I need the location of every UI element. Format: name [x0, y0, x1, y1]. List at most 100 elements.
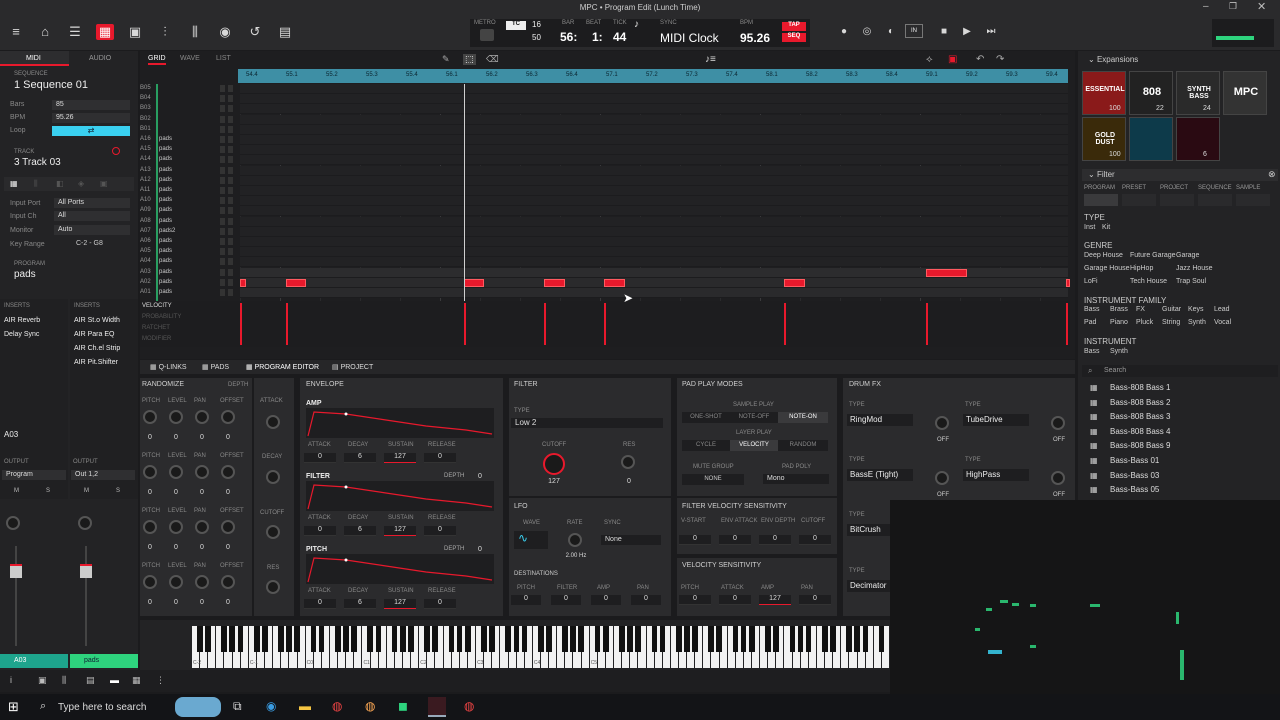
piano-view-icon[interactable]: ⫼ [62, 675, 66, 686]
black-key[interactable] [318, 626, 325, 652]
midi-type-icon[interactable]: ◈ [78, 179, 84, 188]
chrome-icon[interactable]: ◍ [332, 699, 342, 713]
lane-solo-button[interactable] [228, 289, 233, 296]
filter-tab-button[interactable] [1160, 194, 1194, 206]
black-key[interactable] [310, 626, 317, 652]
black-key[interactable] [797, 626, 804, 652]
env-value[interactable]: 6 [344, 453, 376, 463]
filter-chip[interactable]: Synth [1110, 348, 1128, 355]
param-probability[interactable]: PROBABILITY [142, 314, 181, 320]
filter-chip[interactable]: Pluck [1136, 319, 1153, 326]
lane-pad-name[interactable]: pads [159, 248, 172, 254]
env-value[interactable]: 0 [304, 453, 336, 463]
layer-random[interactable]: RANDOM [778, 440, 828, 451]
solo-a-button[interactable]: S [46, 488, 50, 494]
randomize-knob[interactable] [195, 465, 209, 479]
lane-solo-button[interactable] [228, 258, 233, 266]
black-key[interactable] [513, 626, 520, 652]
filter-tab-button[interactable] [1084, 194, 1118, 206]
black-key[interactable] [619, 626, 625, 652]
lane-pad-name[interactable]: pads [159, 207, 172, 213]
windows-start-icon[interactable]: ⊞ [8, 699, 19, 715]
filter-tab-button[interactable] [1198, 194, 1232, 206]
sequence-name[interactable]: 1 Sequence 01 [14, 79, 88, 91]
lane-solo-button[interactable] [228, 95, 233, 103]
info-icon[interactable]: i [10, 675, 12, 685]
play-icon[interactable]: ▶ [958, 24, 976, 40]
fx-slot-select[interactable]: HighPass [963, 469, 1029, 481]
restore-icon[interactable]: ❐ [1229, 1, 1237, 12]
tab-audio[interactable]: AUDIO [69, 51, 138, 66]
channel-mixer-icon[interactable]: ⫼ [186, 24, 204, 40]
pan-b-knob[interactable] [78, 516, 92, 530]
lane-solo-button[interactable] [228, 125, 233, 133]
lane-solo-button[interactable] [228, 146, 233, 154]
randomize-knob[interactable] [169, 520, 183, 534]
black-key[interactable] [578, 626, 585, 652]
lane-solo-button[interactable] [228, 238, 233, 245]
fvs-value[interactable]: 0 [759, 535, 791, 545]
select-icon[interactable]: ⬚ [463, 54, 476, 65]
black-key[interactable] [253, 626, 260, 652]
env-value[interactable]: 127 [384, 453, 416, 463]
filter-tab-button[interactable] [1236, 194, 1270, 206]
env-value[interactable]: 0 [424, 599, 456, 609]
lane-mute-button[interactable] [220, 238, 225, 245]
black-key[interactable] [675, 626, 682, 652]
filter-chip[interactable]: Inst [1084, 224, 1095, 231]
key-range-value[interactable]: C-2 - G8 [76, 240, 103, 247]
rand-decay-knob[interactable] [266, 470, 280, 484]
black-key[interactable] [805, 626, 812, 652]
lane-mute-button[interactable] [220, 187, 225, 194]
black-key[interactable] [651, 626, 658, 652]
insert-slot-1[interactable]: AIR Reverb [4, 317, 40, 324]
mpc-taskbar-icon[interactable] [428, 697, 446, 717]
param-velocity[interactable]: VELOCITY [142, 303, 172, 309]
track-record-icon[interactable] [112, 147, 120, 155]
lane-pad-name[interactable]: pads [159, 156, 172, 162]
black-key[interactable] [367, 626, 374, 652]
tc-button[interactable]: TC [506, 21, 526, 30]
black-key[interactable] [537, 626, 544, 652]
note-event[interactable] [285, 278, 307, 287]
black-key[interactable] [765, 626, 771, 652]
randomize-knob[interactable] [143, 575, 157, 589]
lane-pad-name[interactable]: pads [159, 269, 172, 275]
env-value[interactable]: 0 [424, 526, 456, 536]
black-key[interactable] [505, 626, 512, 652]
res-knob[interactable] [621, 455, 635, 469]
lane-mute-button[interactable] [220, 85, 225, 92]
filter-chip[interactable]: Vocal [1214, 319, 1231, 326]
lfo-dest-value[interactable]: 0 [511, 595, 541, 605]
black-key[interactable] [602, 626, 609, 652]
black-key[interactable] [464, 626, 471, 652]
lane-solo-button[interactable] [228, 136, 233, 143]
lane-solo-button[interactable] [228, 227, 233, 235]
black-key[interactable] [294, 626, 301, 652]
vs-value[interactable]: 0 [719, 595, 751, 605]
velocity-bar[interactable] [604, 303, 607, 345]
black-key[interactable] [229, 626, 236, 652]
lane-solo-button[interactable] [228, 278, 233, 286]
sync-value[interactable]: MIDI Clock [660, 31, 719, 45]
black-key[interactable] [732, 626, 739, 652]
black-key[interactable] [221, 626, 228, 652]
note-event[interactable] [1066, 278, 1070, 287]
insert-slot-2[interactable]: Delay Sync [4, 331, 39, 338]
env-value[interactable]: 127 [384, 526, 416, 536]
vs-value[interactable]: 0 [679, 595, 711, 605]
note-event[interactable] [783, 278, 805, 287]
track-name[interactable]: 3 Track 03 [14, 157, 61, 168]
undo-icon[interactable]: ↶ [976, 54, 984, 65]
lane-mute-button[interactable] [220, 166, 225, 174]
erase-icon[interactable]: ⌫ [486, 54, 499, 65]
filter-chip[interactable]: Deep House [1084, 252, 1123, 259]
lane-mute-button[interactable] [220, 197, 225, 205]
black-key[interactable] [716, 626, 723, 652]
fvs-value[interactable]: 0 [679, 535, 711, 545]
velocity-bar[interactable] [925, 303, 928, 345]
black-key[interactable] [335, 626, 341, 652]
tab-q-links[interactable]: ▦ Q-LINKS [150, 363, 187, 371]
fx-mix-knob[interactable] [935, 471, 949, 485]
quantize-icon[interactable]: ♪≡ [705, 54, 716, 65]
